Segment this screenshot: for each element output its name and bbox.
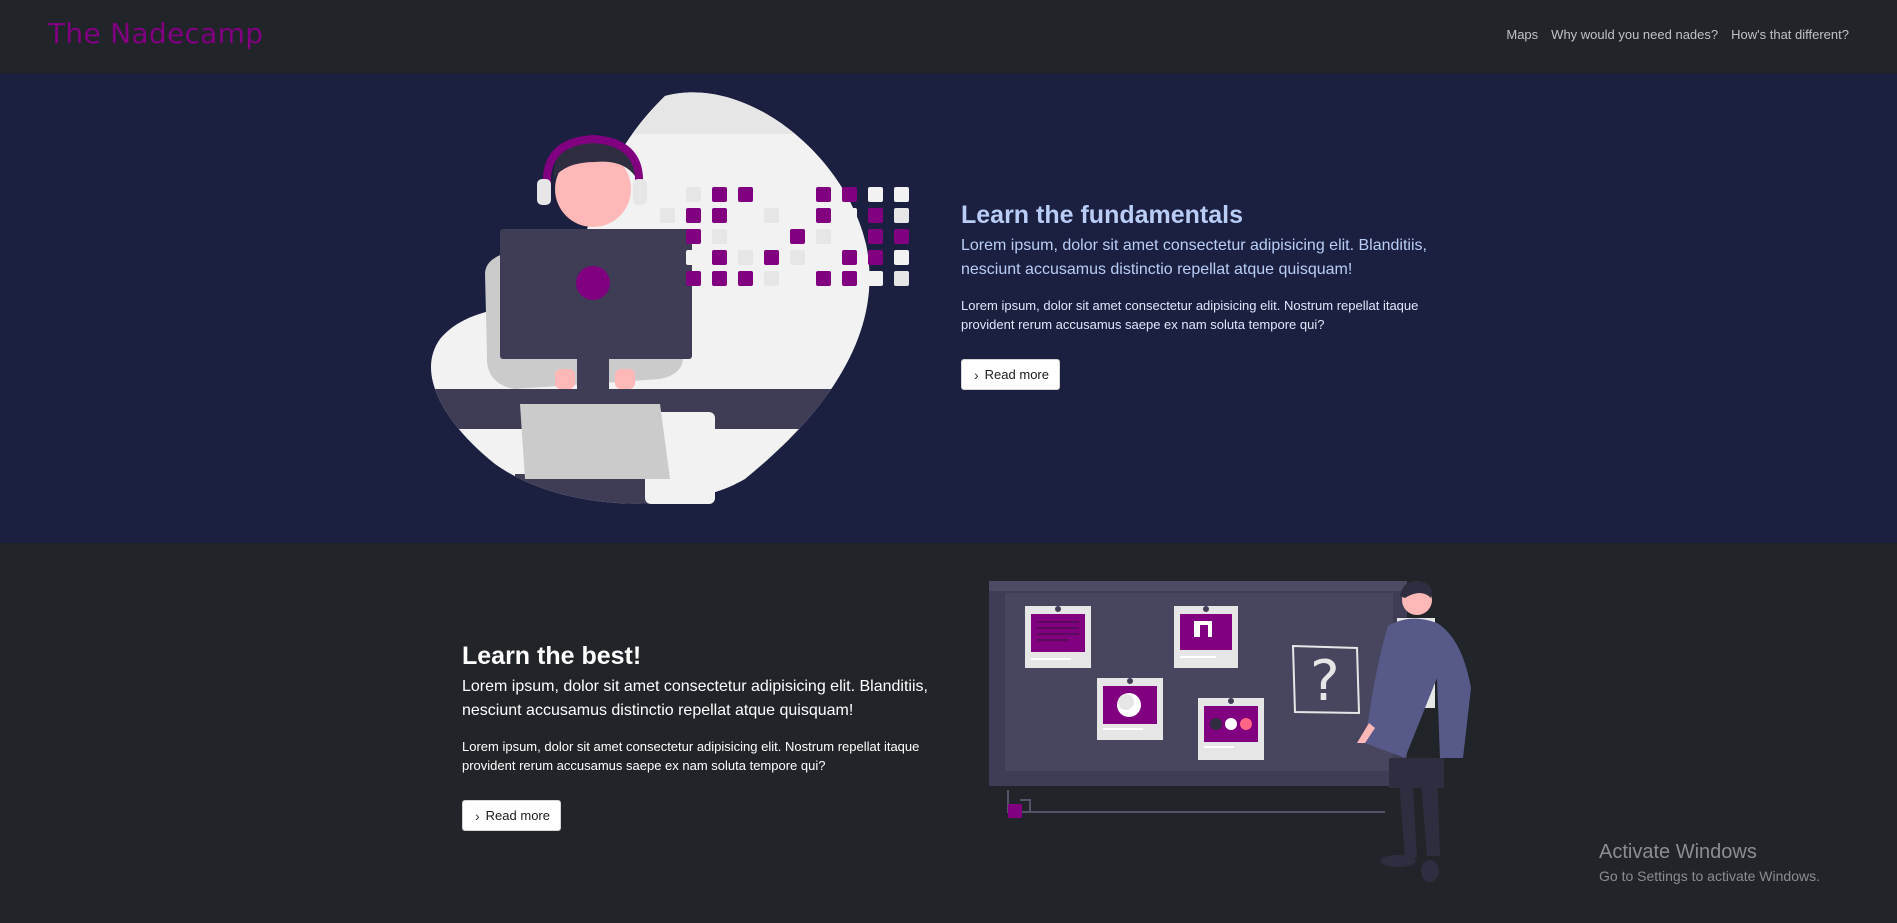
board-illustration: ? bbox=[989, 580, 1471, 882]
activate-windows-subtitle: Go to Settings to activate Windows. bbox=[1599, 868, 1820, 884]
read-more-label: Read more bbox=[485, 808, 550, 823]
question-mark-icon: ? bbox=[1310, 649, 1340, 714]
read-more-label: Read more bbox=[984, 367, 1049, 382]
activate-windows-title: Activate Windows bbox=[1599, 841, 1757, 863]
best-lead: Lorem ipsum, dolor sit amet consectetur … bbox=[462, 678, 928, 719]
fundamentals-body: Lorem ipsum, dolor sit amet consectetur … bbox=[961, 298, 1419, 332]
nav-link-how-different[interactable]: How's that different? bbox=[1731, 27, 1849, 42]
nav-link-why-nades[interactable]: Why would you need nades? bbox=[1551, 27, 1718, 42]
best-title: Learn the best! bbox=[462, 642, 642, 670]
chevron-right-icon: › bbox=[475, 807, 480, 824]
best-body: Lorem ipsum, dolor sit amet consectetur … bbox=[462, 739, 920, 773]
read-more-button-best[interactable]: › Read more bbox=[462, 800, 561, 831]
fundamentals-section bbox=[0, 74, 1897, 543]
fundamentals-text-block: Learn the fundamentals Lorem ipsum, dolo… bbox=[961, 198, 1431, 390]
brand-logo[interactable]: The Nadecamp bbox=[48, 17, 263, 50]
nav-link-maps[interactable]: Maps bbox=[1506, 27, 1538, 42]
fundamentals-lead: Lorem ipsum, dolor sit amet consectetur … bbox=[961, 237, 1427, 278]
activate-windows-watermark: Activate Windows Go to Settings to activ… bbox=[1599, 839, 1820, 886]
gamer-illustration bbox=[431, 92, 909, 504]
navbar: The Nadecamp Maps Why would you need nad… bbox=[0, 0, 1897, 74]
fundamentals-title: Learn the fundamentals bbox=[961, 201, 1243, 229]
nav-links: Maps Why would you need nades? How's tha… bbox=[1506, 27, 1849, 42]
chevron-right-icon: › bbox=[974, 366, 979, 383]
best-text-block: Learn the best! Lorem ipsum, dolor sit a… bbox=[462, 639, 932, 831]
read-more-button-fundamentals[interactable]: › Read more bbox=[961, 359, 1060, 390]
